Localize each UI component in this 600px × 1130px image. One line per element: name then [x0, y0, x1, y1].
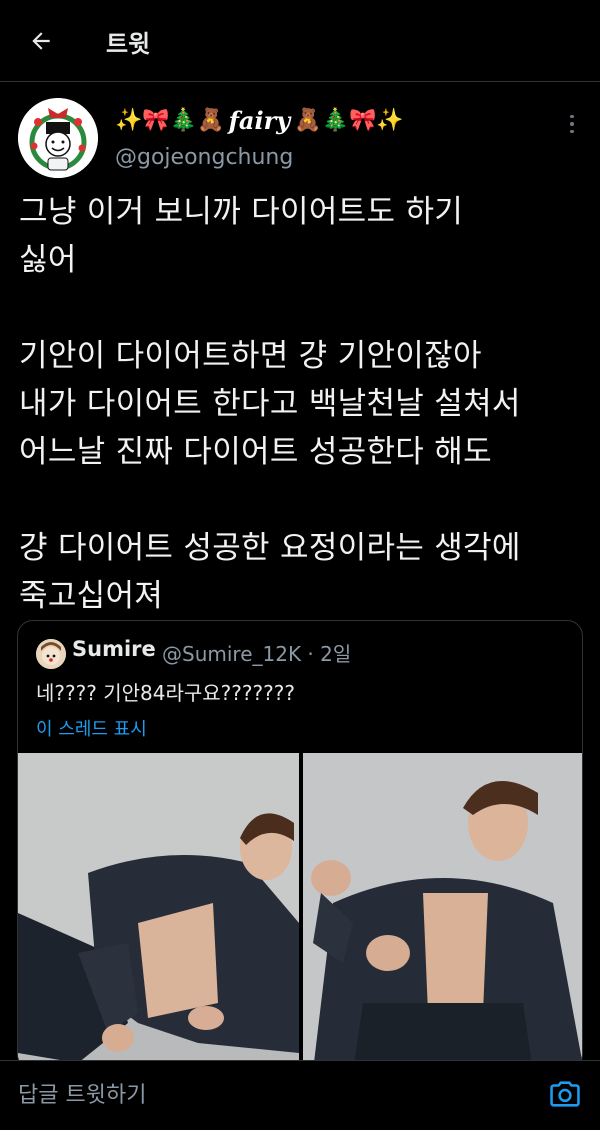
back-button[interactable]: [26, 26, 56, 56]
author-handle[interactable]: @gojeongchung: [115, 145, 293, 170]
author-avatar[interactable]: [18, 98, 98, 178]
name-text: fairy: [228, 106, 291, 135]
quote-text: 네???? 기안84라구요???????: [36, 681, 295, 705]
camera-button[interactable]: [548, 1077, 582, 1111]
show-thread-link[interactable]: 이 스레드 표시: [36, 715, 147, 741]
page-title: 트윗: [106, 30, 151, 58]
quote-avatar: [36, 639, 66, 669]
camera-icon: [550, 1081, 580, 1107]
name-suffix-emoji: 🧸🎄🎀✨: [294, 108, 404, 133]
quote-photo-2[interactable]: [303, 753, 582, 1069]
tweet-text: 그냥 이거 보니까 다이어트도 하기 싫어 기안이 다이어트하면 걍 기안이잖아…: [19, 194, 521, 614]
more-options-button[interactable]: [560, 112, 584, 136]
reply-input[interactable]: 답글 트윗하기: [18, 1077, 146, 1109]
author-display-name[interactable]: ✨🎀🎄🧸 fairy 🧸🎄🎀✨: [115, 106, 404, 135]
more-vertical-icon: [570, 114, 574, 119]
quote-separator: ·: [307, 642, 314, 666]
quote-photo-1[interactable]: [18, 753, 299, 1069]
reply-bar: 답글 트윗하기: [0, 1060, 600, 1130]
quote-time: 2일: [320, 642, 352, 666]
quote-handle: @Sumire_12K: [162, 642, 302, 666]
quote-meta: @Sumire_12K · 2일: [162, 638, 351, 667]
quoted-tweet[interactable]: Sumire @Sumire_12K · 2일 네???? 기안84라구요???…: [17, 620, 583, 1070]
name-prefix-emoji: ✨🎀🎄🧸: [115, 108, 225, 133]
quote-media: [18, 753, 582, 1069]
arrow-left-icon: [32, 32, 50, 50]
quote-author-name: Sumire: [72, 637, 156, 661]
top-bar: 트윗: [0, 0, 600, 82]
